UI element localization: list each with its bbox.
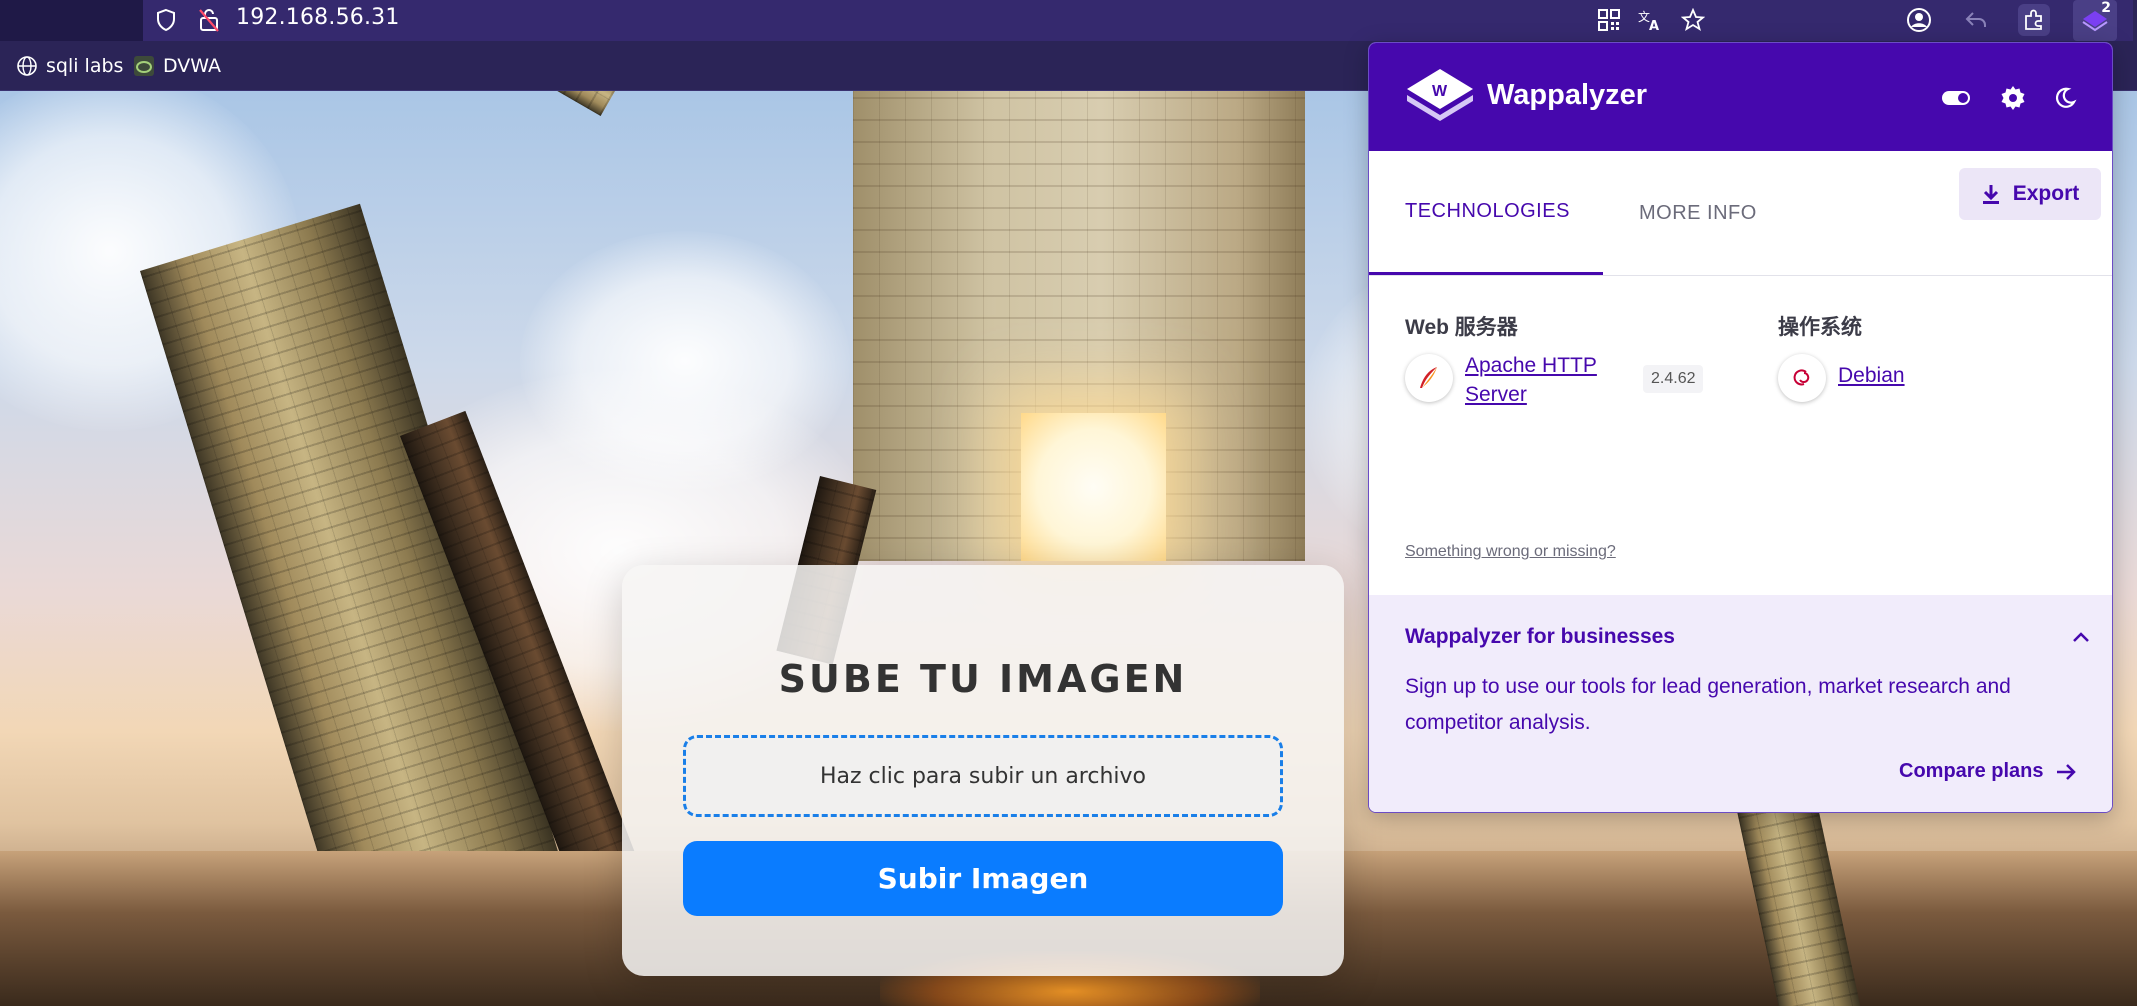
tab-technologies[interactable]: TECHNOLOGIES	[1369, 151, 1603, 275]
upload-submit-button[interactable]: Subir Imagen	[683, 841, 1283, 916]
wappalyzer-popup: W Wappalyzer TECHNOLOGIES MORE INFO Expo…	[1368, 42, 2113, 813]
toggle-icon[interactable]	[1941, 83, 1971, 113]
dvwa-icon	[133, 55, 155, 77]
moon-icon[interactable]	[2050, 83, 2080, 113]
svg-text:A: A	[1649, 19, 1659, 32]
chevron-up-icon[interactable]	[2069, 625, 2093, 649]
translate-icon[interactable]: 文A	[1634, 4, 1666, 36]
toolbar-left-area	[0, 0, 143, 41]
gear-icon[interactable]	[1998, 83, 2028, 113]
download-icon	[1982, 185, 1999, 204]
wappalyzer-extension-button[interactable]: 2	[2073, 0, 2117, 41]
pillar-glow	[1021, 413, 1166, 561]
tech-link-apache[interactable]: Apache HTTP Server	[1465, 351, 1597, 409]
svg-text:W: W	[1432, 83, 1448, 100]
export-button[interactable]: Export	[1959, 168, 2101, 220]
cloud	[520, 231, 850, 491]
apache-feather-icon	[1405, 354, 1453, 402]
tech-name-line: Apache HTTP	[1465, 354, 1597, 377]
file-drop-zone[interactable]: Haz clic para subir un archivo	[683, 735, 1283, 817]
debian-swirl-icon	[1778, 354, 1826, 402]
compare-plans-link[interactable]: Compare plans	[1899, 760, 2077, 783]
qr-code-icon[interactable]	[1593, 4, 1625, 36]
export-label: Export	[2012, 182, 2080, 205]
extension-badge-count: 2	[2101, 0, 2111, 16]
category-operating-system: 操作系统	[1778, 316, 1862, 339]
address-field-bg	[143, 0, 2133, 41]
business-title: Wappalyzer for businesses	[1405, 625, 1675, 648]
floating-block	[540, 91, 625, 116]
wappalyzer-brand: Wappalyzer	[1487, 79, 1648, 111]
business-description: Sign up to use our tools for lead genera…	[1405, 675, 2011, 734]
bookmark-star-icon[interactable]	[1677, 4, 1709, 36]
bookmark-dvwa[interactable]: DVWA	[133, 55, 221, 77]
account-icon[interactable]	[1903, 4, 1935, 36]
something-wrong-link[interactable]: Something wrong or missing?	[1405, 543, 1616, 561]
shield-icon[interactable]	[152, 6, 180, 34]
arrow-right-icon	[2057, 763, 2077, 780]
url-input[interactable]: 192.168.56.31	[236, 5, 400, 30]
category-web-server: Web 服务器	[1405, 316, 1518, 339]
wappalyzer-logo-icon: W	[1405, 67, 1475, 125]
business-section: Wappalyzer for businesses Sign up to use…	[1369, 595, 2112, 812]
back-arrow-icon[interactable]	[1960, 4, 1992, 36]
version-badge: 2.4.62	[1643, 365, 1704, 393]
browser-url-bar: 192.168.56.31 文A 2	[0, 0, 2137, 41]
bookmark-label: DVWA	[163, 55, 222, 77]
extensions-puzzle-icon[interactable]	[2018, 4, 2050, 36]
upload-card: SUBE TU IMAGEN Haz clic para subir un ar…	[622, 565, 1344, 976]
bookmark-label: sqli labs	[46, 55, 124, 77]
globe-icon	[16, 55, 38, 77]
compare-plans-label: Compare plans	[1899, 760, 2044, 782]
tech-link-debian[interactable]: Debian	[1838, 361, 1905, 390]
tech-name-line: Server	[1465, 383, 1527, 406]
insecure-lock-icon[interactable]	[195, 6, 223, 34]
upload-title: SUBE TU IMAGEN	[778, 657, 1188, 701]
wappalyzer-header: W Wappalyzer	[1369, 43, 2112, 151]
bookmark-sqli-labs[interactable]: sqli labs	[16, 55, 123, 77]
tab-more-info[interactable]: MORE INFO	[1639, 151, 1757, 275]
wappalyzer-tabs: TECHNOLOGIES MORE INFO Export	[1369, 151, 2112, 276]
